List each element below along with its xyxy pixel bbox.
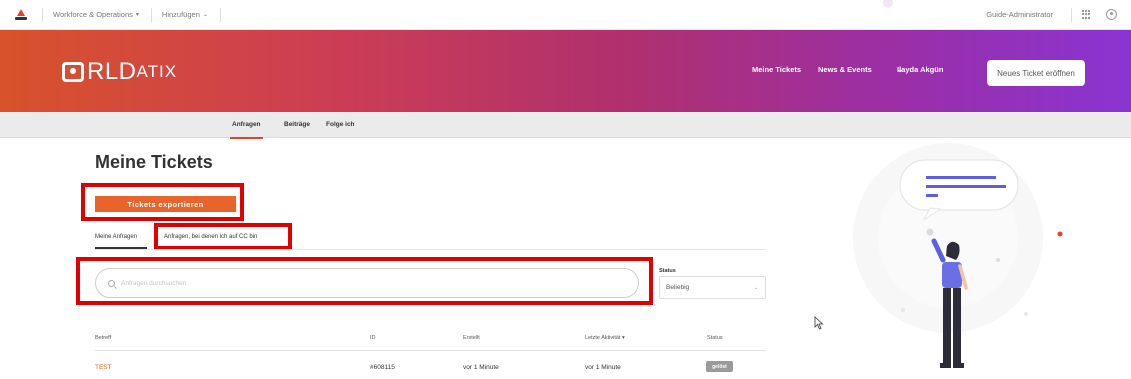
brand-text-small: ATIX xyxy=(136,62,178,81)
tab-my-requests[interactable]: Meine Anfragen xyxy=(95,234,137,240)
guide-admin-link[interactable]: Guide-Administrator xyxy=(986,10,1053,19)
ticket-id: #608115 xyxy=(370,364,395,371)
tabs-divider xyxy=(95,249,766,250)
brand-logo-icon xyxy=(62,62,84,82)
brand-text-main: RLD xyxy=(87,58,137,85)
nav-news-events[interactable]: News & Events xyxy=(818,65,872,74)
column-header-status[interactable]: Status xyxy=(707,335,723,341)
divider xyxy=(150,7,152,22)
column-header-created[interactable]: Erstellt xyxy=(463,335,480,341)
chevron-down-icon: ▾ xyxy=(135,12,139,18)
subnav-following[interactable]: Folge ich xyxy=(326,121,355,128)
search-input[interactable] xyxy=(121,279,601,287)
column-header-subject[interactable]: Betreff xyxy=(95,335,111,341)
subnav-contributions[interactable]: Beiträge xyxy=(284,121,310,128)
mouse-cursor-icon xyxy=(814,316,824,330)
chevron-down-icon: ⌄ xyxy=(753,285,758,291)
user-name: Ilayda Akgün xyxy=(897,65,944,74)
hero-banner: RLD ATIX xyxy=(0,30,1131,112)
subnav-requests[interactable]: Anfragen xyxy=(230,121,263,139)
status-filter-value: Beliebig xyxy=(666,284,690,291)
add-menu[interactable]: Hinzufügen ⌄ xyxy=(162,10,208,19)
top-navigation-bar: Workforce & Operations ▾ Hinzufügen ⌄ Gu… xyxy=(0,0,1131,30)
export-tickets-button[interactable]: Tickets exportieren xyxy=(95,196,236,212)
search-box[interactable] xyxy=(95,268,639,298)
workspace-menu[interactable]: Workforce & Operations ▾ xyxy=(53,10,139,19)
ticket-last-activity: vor 1 Minute xyxy=(585,364,621,371)
new-ticket-button[interactable]: Neues Ticket eröffnen xyxy=(987,60,1085,86)
user-profile-icon[interactable] xyxy=(1106,9,1117,20)
ticket-subject-link[interactable]: TEST xyxy=(95,364,112,371)
search-icon xyxy=(108,279,115,287)
table-header-divider xyxy=(95,350,766,351)
column-header-id[interactable]: ID xyxy=(370,335,376,341)
status-filter-select[interactable]: Beliebig ⌄ xyxy=(659,276,766,299)
tab-cc-requests[interactable]: Anfragen, bei denen ich auf CC bin xyxy=(164,234,257,240)
workspace-menu-label: Workforce & Operations xyxy=(53,10,133,19)
divider xyxy=(219,7,221,22)
add-menu-label: Hinzufügen xyxy=(161,10,200,19)
divider xyxy=(1071,7,1072,22)
brand-logo[interactable]: RLD ATIX xyxy=(62,58,177,86)
ticket-created: vor 1 Minute xyxy=(463,364,499,371)
app-logo-icon[interactable] xyxy=(14,8,28,22)
user-menu[interactable]: Ilayda Akgün ⌄ xyxy=(897,65,943,74)
status-badge: gelöst xyxy=(706,361,733,372)
page-title: Meine Tickets xyxy=(95,152,213,172)
sub-navigation: Anfragen Beiträge Folge ich xyxy=(0,112,1131,139)
apps-grid-icon[interactable] xyxy=(1082,9,1092,20)
nav-my-tickets[interactable]: Meine Tickets xyxy=(752,65,801,74)
column-header-last-activity[interactable]: Letzte Aktivität ▾ xyxy=(585,335,625,341)
chevron-down-icon: ⌄ xyxy=(202,12,208,18)
status-filter-label: Status xyxy=(659,268,676,274)
woman-with-speech-bubble-illustration xyxy=(853,143,1063,368)
divider xyxy=(42,7,43,22)
